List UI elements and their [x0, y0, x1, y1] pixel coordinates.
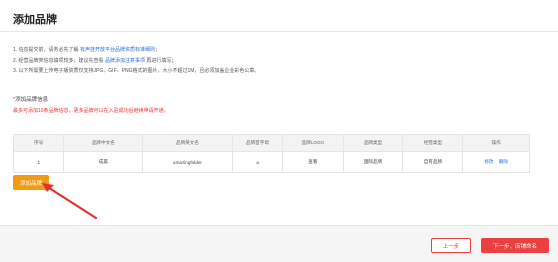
edit-link[interactable]: 修改	[484, 159, 493, 164]
brand-notice-link[interactable]: 品牌添加注意事项	[105, 58, 145, 64]
section-title: *添加品牌信息	[13, 95, 48, 103]
section-title-label: 添加品牌信息	[15, 97, 49, 103]
instruction-2: 2. 经营品牌类信息填项较多，建议先查看 品牌添加注意事项 再进行填写；	[13, 56, 259, 67]
col-header-actions: 操作	[462, 134, 530, 152]
brand-table: 序号 品牌中文名 品牌英文名 品牌首字母 品牌LOGO 品牌类型 经营类型 操作…	[12, 134, 530, 173]
col-header-en-name: 品牌英文名	[142, 134, 233, 152]
instruction-1-text: 1. 信息提交前，请务必先了解	[13, 47, 80, 53]
cell-biz-type: 自有品牌	[402, 151, 464, 173]
cell-index: 1	[12, 151, 65, 173]
instructions: 1. 信息提交前，请务必先了解 有声挂开放平台品牌资质标准细则； 2. 经营品牌…	[13, 45, 259, 77]
cell-actions: 修改 删除	[462, 151, 530, 173]
add-brand-page: 添加品牌 1. 信息提交前，请务必先了解 有声挂开放平台品牌资质标准细则； 2.…	[0, 0, 558, 262]
title-divider	[0, 31, 558, 32]
col-header-brand-type: 品牌类型	[342, 134, 404, 152]
instruction-1: 1. 信息提交前，请务必先了解 有声挂开放平台品牌资质标准细则；	[13, 45, 259, 56]
cell-en-name: amazingfolder	[142, 151, 233, 173]
prev-step-button[interactable]: 上一步	[431, 238, 471, 253]
col-header-biz-type: 经营类型	[402, 134, 464, 152]
col-header-cn-name: 品牌中文名	[63, 134, 144, 152]
cell-logo-view[interactable]: 查看	[282, 151, 344, 173]
instruction-1-suffix: ；	[154, 47, 160, 53]
brand-standard-link[interactable]: 有声挂开放平台品牌资质标准细则	[80, 47, 155, 53]
col-header-initial: 品牌首字母	[231, 134, 284, 152]
page-title: 添加品牌	[13, 14, 57, 26]
instruction-3-text: 3. 以下所需要上传电子版资质仅支持JPG、GIF、PNG格式的图片，大小不超过…	[13, 68, 260, 74]
cell-brand-type: 国际品牌	[342, 151, 404, 173]
cell-initial: a	[231, 151, 284, 173]
col-header-logo: 品牌LOGO	[282, 134, 344, 152]
delete-link[interactable]: 删除	[499, 159, 508, 164]
instruction-2-text: 2. 经营品牌类信息填项较多，建议先查看	[13, 57, 105, 64]
section-tip: 最多可添加10条品牌信息，更多品牌可以在入驻成功后继续申请开通。	[13, 108, 169, 114]
table-header-row: 序号 品牌中文名 品牌英文名 品牌首字母 品牌LOGO 品牌类型 经营类型 操作	[12, 134, 530, 152]
footer-bar	[0, 225, 558, 262]
instruction-2-suffix: 再进行填写；	[144, 57, 177, 64]
col-header-index: 序号	[12, 134, 65, 152]
next-step-button[interactable]: 下一步，店铺命名	[481, 238, 549, 253]
instruction-3: 3. 以下所需要上传电子版资质仅支持JPG、GIF、PNG格式的图片，大小不超过…	[13, 66, 259, 77]
table-row: 1 成晨 amazingfolder a 查看 国际品牌 自有品牌 修改 删除	[12, 151, 530, 173]
cell-cn-name: 成晨	[63, 151, 144, 173]
annotation-arrow-icon	[42, 183, 98, 220]
